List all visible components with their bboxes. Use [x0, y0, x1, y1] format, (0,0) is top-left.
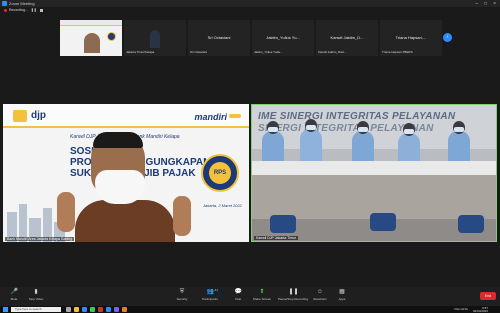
speaker-name: Bank Mandiri Area Jakarta Kelapa Gading: [5, 237, 75, 241]
participant-center-name: Jaktim_Yulius Yu...: [266, 35, 300, 40]
participant-tile[interactable]: Kanwil Jaktim_D... Kanwil Jaktim_Diaz...: [316, 20, 378, 56]
share-screen-icon: ⬆: [259, 289, 265, 295]
slide-date: Jakarta, 2 Maret 2022: [203, 203, 242, 208]
stop-video-label: Stop Video: [28, 297, 44, 301]
wall-banner-text: IME SINERGI INTEGRITAS PELAYANAN: [258, 111, 456, 122]
microphone-icon: 🎤: [10, 289, 18, 295]
window-title: Zoom Meeting: [9, 1, 35, 6]
pps-badge-text: RPS: [209, 162, 231, 184]
tile-person: [150, 30, 160, 48]
chat-bubble-icon: 💬: [234, 289, 242, 295]
minimize-icon[interactable]: –: [475, 1, 478, 7]
participant-name: Triana Hapsari-TBERS: [382, 50, 413, 54]
participant-tile[interactable]: Jaktim_Yulius Yu... Jaktim_Yulius Yuda..…: [252, 20, 314, 56]
room-person: [300, 119, 322, 163]
tile-slide-banner: [60, 20, 122, 26]
room-person: [448, 121, 470, 165]
participants-icon: 👥: [206, 289, 214, 295]
room-name: Kanwil DJP Jakarta Timur: [254, 236, 299, 240]
kemenkeu-logo-icon: [13, 110, 27, 122]
chrome-browser-icon[interactable]: [90, 307, 95, 312]
close-icon[interactable]: ×: [493, 1, 496, 7]
pause-recording-button[interactable]: ❚❚ Pause/Stop Recording: [278, 289, 309, 301]
apps-button[interactable]: ▦ Apps: [328, 289, 356, 301]
stop-video-button[interactable]: ▮ Stop Video: [22, 289, 50, 301]
participant-strip: Jakarta Timur/Kelapa Sri Octaviani Sri O…: [60, 20, 442, 56]
window-titlebar: Zoom Meeting – □ ×: [0, 0, 500, 7]
meeting-toolbar: 🎤 Mute ▮ Stop Video ⛨ Security 👥 41 Part…: [0, 287, 500, 306]
speaker-mask: [95, 170, 145, 204]
participant-name: Jaktim_Yulius Yuda...: [254, 50, 283, 54]
weather-text: Rain: [454, 307, 461, 311]
room-chair: [370, 213, 396, 231]
recording-dot-icon: [4, 8, 7, 12]
participant-name: Kanwil Jaktim_Diaz...: [318, 50, 347, 54]
share-screen-label: Share Screen: [252, 297, 272, 301]
security-button[interactable]: ⛨ Security: [168, 289, 196, 301]
apps-grid-icon: ▦: [339, 289, 345, 295]
pause-stop-icon: ❚❚: [288, 289, 299, 295]
recording-label: Recording...: [9, 8, 28, 12]
video-camera-icon: ▮: [34, 289, 38, 295]
taskbar-app-icon[interactable]: [122, 307, 127, 312]
shield-icon: ⛨: [179, 289, 185, 295]
participant-tile[interactable]: Triana Hapsari-... Triana Hapsari-TBERS: [380, 20, 442, 56]
pause-recording-label: Pause/Stop Recording: [278, 297, 309, 301]
speaker-thumb-right: [173, 196, 191, 236]
participants-count: 41: [214, 288, 218, 292]
strip-next-icon[interactable]: ›: [443, 33, 452, 42]
djp-logo: djp: [31, 110, 46, 121]
participant-center-name: Kanwil Jaktim_D...: [330, 35, 364, 40]
smiley-icon: ☺: [316, 289, 324, 295]
tile-person: [84, 33, 100, 53]
zoom-taskbar-icon[interactable]: [106, 307, 111, 312]
participants-label: Participants: [202, 297, 218, 301]
file-explorer-icon[interactable]: [74, 307, 79, 312]
mandiri-logo: mandiri: [194, 112, 227, 122]
participant-center-name: Sri Octaviani: [207, 35, 231, 40]
mandiri-wave-icon: [229, 114, 241, 118]
end-meeting-button[interactable]: End: [480, 292, 496, 300]
windows-start-icon[interactable]: [3, 307, 8, 312]
speaker-shirt: [75, 200, 175, 242]
participant-name: Sri Octaviani: [190, 50, 208, 54]
share-screen-button[interactable]: ⬆ Share Screen: [248, 289, 276, 301]
slide-divider: [3, 126, 249, 128]
system-tray[interactable]: Rain ENG: [454, 307, 468, 311]
participant-tile[interactable]: Jakarta Timur/Kelapa: [124, 20, 186, 56]
room-chair: [458, 215, 484, 233]
office-app-icon[interactable]: [98, 307, 103, 312]
participant-name: Jakarta Timur/Kelapa: [126, 50, 155, 54]
window-controls: – □ ×: [475, 1, 496, 7]
video-room[interactable]: IME SINERGI INTEGRITAS PELAYANAN SINERGI…: [251, 104, 497, 242]
pps-badge-icon: RPS: [201, 154, 239, 192]
taskbar-app-icon[interactable]: [114, 307, 119, 312]
taskbar-clock[interactable]: 9:57 02/03/2022: [472, 306, 488, 313]
windows-taskbar: Type here to search Rain ENG 9:57 02/03/…: [0, 306, 500, 313]
pause-recording-icon[interactable]: ❚❚: [31, 8, 37, 12]
room-chair: [270, 215, 296, 233]
participant-tile[interactable]: Sri Octaviani Sri Octaviani: [188, 20, 250, 56]
recording-indicator: Recording... ❚❚: [4, 8, 43, 12]
language-indicator: ENG: [461, 307, 468, 311]
room-person: [262, 121, 284, 165]
zoom-app-icon: [2, 1, 7, 6]
edge-browser-icon[interactable]: [82, 307, 87, 312]
room-person: [352, 121, 374, 165]
clock-date: 02/03/2022: [472, 308, 488, 313]
maximize-icon[interactable]: □: [484, 1, 487, 7]
participant-center-name: Triana Hapsari-...: [395, 35, 427, 40]
video-speaker[interactable]: djp mandiri Kanwil DJP Jakarta Timur & B…: [3, 104, 249, 242]
taskbar-search-input[interactable]: Type here to search: [11, 307, 61, 312]
speaker-hair: [93, 132, 143, 148]
tile-logo: [107, 32, 116, 41]
task-view-icon[interactable]: [66, 307, 71, 312]
stop-recording-icon[interactable]: [39, 8, 43, 12]
room-table: [252, 161, 496, 175]
apps-label: Apps: [338, 297, 346, 301]
speaker-thumb-left: [57, 192, 75, 232]
participants-button[interactable]: 👥 41 Participants: [196, 288, 224, 301]
participant-tile[interactable]: [60, 20, 122, 56]
security-label: Security: [176, 297, 188, 301]
